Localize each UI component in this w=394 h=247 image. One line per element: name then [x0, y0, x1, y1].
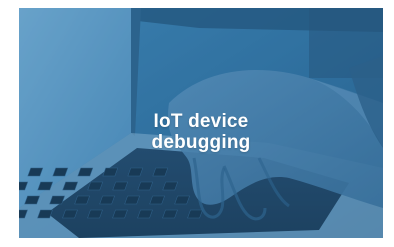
card-title: IoT device debugging — [19, 111, 383, 153]
hero-card: IoT device debugging — [19, 8, 383, 238]
title-line-2: debugging — [151, 132, 251, 153]
title-line-1: IoT device — [153, 111, 249, 132]
